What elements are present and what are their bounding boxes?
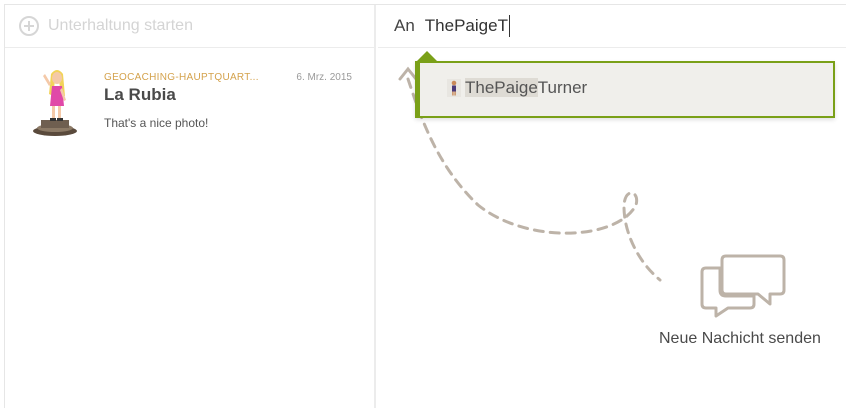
user-avatar-icon [447,79,461,97]
autocomplete-option[interactable]: ThePaigeTurner [447,78,587,98]
conversation-preview: That's a nice photo! [104,116,209,130]
conversation-item[interactable]: GEOCACHING-HAUPTQUART... 6. Mrz. 2015 La… [5,48,374,143]
dropdown-pointer [415,51,439,63]
autocomplete-dropdown: ThePaigeTurner [415,51,835,118]
recipient-input[interactable]: ThePaigeT [425,15,805,37]
conversation-name: La Rubia [104,85,176,104]
avatar [33,70,77,136]
autocomplete-rest: Turner [537,78,588,97]
conversation-date: 6. Mrz. 2015 [296,72,352,83]
new-message-label: Neue Nachicht senden [659,330,821,347]
recipient-input-value: ThePaigeT [424,16,508,35]
text-caret [508,15,510,37]
recipient-row: An ThePaigeT [378,5,846,48]
plus-circle-icon [19,16,39,36]
chat-bubbles-icon [700,254,786,318]
conversation-list-pane: Unterhaltung starten GEOCACHING-HAUPTQUA… [5,5,376,408]
message-compose-pane: An ThePaigeT ThePaigeTurner Neue Nachich… [378,5,846,408]
start-conversation-label: Unterhaltung starten [48,17,193,34]
start-conversation-button[interactable]: Unterhaltung starten [5,5,374,48]
recipient-label: An [394,16,415,35]
autocomplete-match: ThePaige [465,78,538,97]
conversation-group: GEOCACHING-HAUPTQUART... [104,72,259,83]
